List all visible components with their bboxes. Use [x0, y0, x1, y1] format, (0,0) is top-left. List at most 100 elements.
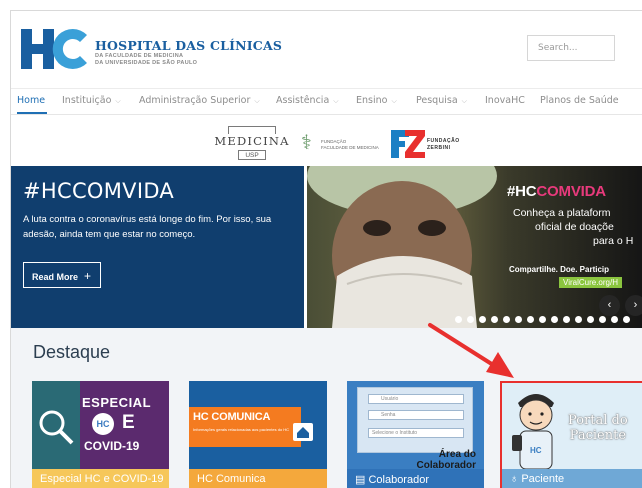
portal-paciente-image: HC Portal do Paciente [502, 383, 642, 470]
healthcare-worker-photo [307, 166, 497, 328]
read-more-button[interactable]: Read More + [23, 262, 101, 288]
card-label[interactable]: HC Comunica [189, 469, 327, 488]
password-field: Senha [368, 410, 464, 420]
zerbini-logo[interactable]: FUNDAÇÃO ZERBINI [391, 130, 481, 160]
banner-title: HC COMUNICA [193, 411, 271, 423]
plus-icon: + [84, 269, 92, 283]
chevron-down-icon: ⌵ [254, 97, 260, 105]
hero-slider[interactable]: #HCCOMVIDA Conheça a plataform oficial d… [307, 166, 642, 328]
nav-item-planos[interactable]: Planos de Saúde [540, 95, 619, 106]
card-label-text: Paciente [521, 473, 565, 485]
nav-label: InovaHC [485, 95, 525, 106]
hero-panel: #HCCOMVIDA A luta contra o coronavírus e… [11, 166, 304, 328]
card-label[interactable]: ♁ Paciente [502, 469, 642, 488]
fz-line2: ZERBINI [427, 145, 451, 151]
slider-next-button[interactable]: › [625, 295, 642, 316]
area-colaborador-text: Área do Colaborador [417, 449, 476, 471]
slider-dot[interactable] [575, 316, 582, 323]
slider-dot[interactable] [587, 316, 594, 323]
hc-comunica-banner: HC COMUNICA Informações gerais relaciona… [189, 407, 301, 447]
user-field: Usuário [368, 394, 464, 404]
logo-text[interactable]: HOSPITAL DAS CLÍNICAS DA FACULDADE DE ME… [95, 38, 282, 67]
slider-dot[interactable] [503, 316, 510, 323]
card-hc-comunica[interactable]: HC COMUNICA Informações gerais relaciona… [189, 381, 327, 488]
slide-line-2: oficial de doaçõe [535, 221, 614, 233]
site-header: HOSPITAL DAS CLÍNICAS DA FACULDADE DE ME… [11, 11, 642, 89]
nav-label: Home [17, 95, 46, 106]
fz-text: FUNDAÇÃO ZERBINI [427, 138, 460, 152]
chevron-down-icon: ⌵ [333, 97, 339, 105]
nav-item-instituicao[interactable]: Instituição ⌵ [62, 95, 121, 106]
nav-item-administracao[interactable]: Administração Superior ⌵ [139, 95, 260, 106]
nav-item-ensino[interactable]: Ensino ⌵ [356, 95, 397, 106]
home-icon [293, 423, 313, 441]
fmusp-logo[interactable]: MEDICINA USP [210, 126, 294, 162]
slider-dot[interactable] [551, 316, 558, 323]
fmusp-building-icon [228, 126, 276, 134]
slider-dot[interactable] [563, 316, 570, 323]
card-especial-covid[interactable]: ESPECIAL HC E COVID-19 Especial HC e COV… [32, 381, 169, 488]
stethoscope-icon: ♁ [510, 473, 522, 485]
login-form-image: Usuário Senha Selecione o Instituto [357, 387, 473, 453]
slider-prev-button[interactable]: ‹ [599, 295, 620, 316]
area-line-1: Área do [438, 449, 476, 460]
slider-dot[interactable] [491, 316, 498, 323]
hero-title: #HCCOMVIDA [23, 179, 175, 203]
active-tab-underline [17, 112, 47, 114]
card-label[interactable]: ▤ Colaborador [347, 469, 484, 488]
slider-dot[interactable] [611, 316, 618, 323]
main-nav: Home Instituição ⌵ Administração Superior… [11, 89, 642, 115]
nav-item-home[interactable]: Home [17, 95, 45, 106]
nav-label: Assistência [276, 95, 330, 106]
card-covid-text: COVID-19 [84, 439, 140, 453]
slide-line-1: Conheça a plataform [513, 207, 611, 219]
ffm-logo[interactable]: ⚕ FUNDAÇÃO FACULDADE DE MEDICINA [301, 130, 381, 160]
search-input[interactable]: Search... [527, 35, 615, 61]
fmusp-word: MEDICINA [214, 134, 290, 148]
card-label[interactable]: Especial HC e COVID-19 [32, 469, 169, 488]
nav-item-assistencia[interactable]: Assistência ⌵ [276, 95, 339, 106]
card-especial-text: ESPECIAL [82, 395, 152, 410]
logo-title: HOSPITAL DAS CLÍNICAS [95, 38, 283, 53]
portal-line-2: Paciente [569, 428, 627, 443]
slider-dot[interactable] [599, 316, 606, 323]
slide-link[interactable]: ViralCure.org/H [559, 277, 622, 288]
card-image-left [32, 381, 80, 469]
banner-subtitle: Informações gerais relacionadas aos paci… [193, 427, 290, 432]
institute-select: Selecione o Instituto [368, 428, 464, 438]
ffm-line2: FACULDADE DE MEDICINA [321, 145, 379, 150]
slide-line-4: Compartilhe. Doe. Particip [509, 265, 610, 274]
ffm-text: FUNDAÇÃO FACULDADE DE MEDICINA [321, 139, 379, 151]
slider-dot[interactable] [455, 316, 462, 323]
card-colaborador[interactable]: Usuário Senha Selecione o Instituto Área… [347, 381, 484, 488]
read-more-label: Read More [32, 272, 79, 282]
chevron-down-icon: ⌵ [115, 97, 121, 105]
hc-badge-icon: HC [92, 413, 114, 435]
nav-label: Pesquisa [416, 95, 458, 106]
card-label-text: Colaborador [368, 474, 429, 486]
slider-dot[interactable] [515, 316, 522, 323]
svg-text:HC: HC [530, 446, 542, 455]
card-paciente[interactable]: HC Portal do Paciente ♁ Paciente [500, 381, 642, 488]
caduceus-icon: ⚕ [301, 130, 312, 154]
nav-label: Planos de Saúde [540, 95, 619, 106]
slider-dot[interactable] [527, 316, 534, 323]
nav-item-inovahc[interactable]: InovaHC [485, 95, 525, 106]
slider-dot[interactable] [539, 316, 546, 323]
patient-cartoon-icon: HC [512, 394, 554, 470]
fz-line1: FUNDAÇÃO [427, 138, 460, 144]
nav-label: Instituição [62, 95, 112, 106]
nav-item-pesquisa[interactable]: Pesquisa ⌵ [416, 95, 467, 106]
slide-title-prefix: #HC [507, 183, 537, 200]
chevron-down-icon: ⌵ [391, 97, 397, 105]
slider-dot[interactable] [479, 316, 486, 323]
browser-page: HOSPITAL DAS CLÍNICAS DA FACULDADE DE ME… [10, 10, 642, 488]
slider-dot[interactable] [467, 316, 474, 323]
chevron-down-icon: ⌵ [461, 97, 467, 105]
slider-dot[interactable] [623, 316, 630, 323]
magnifier-icon [39, 410, 74, 445]
fz-mark-icon [391, 130, 425, 158]
logo-subtitle-1: DA FACULDADE DE MEDICINA [95, 53, 184, 59]
hc-logo-icon[interactable] [19, 25, 91, 73]
hero-text: A luta contra o coronavírus está longe d… [23, 214, 272, 240]
